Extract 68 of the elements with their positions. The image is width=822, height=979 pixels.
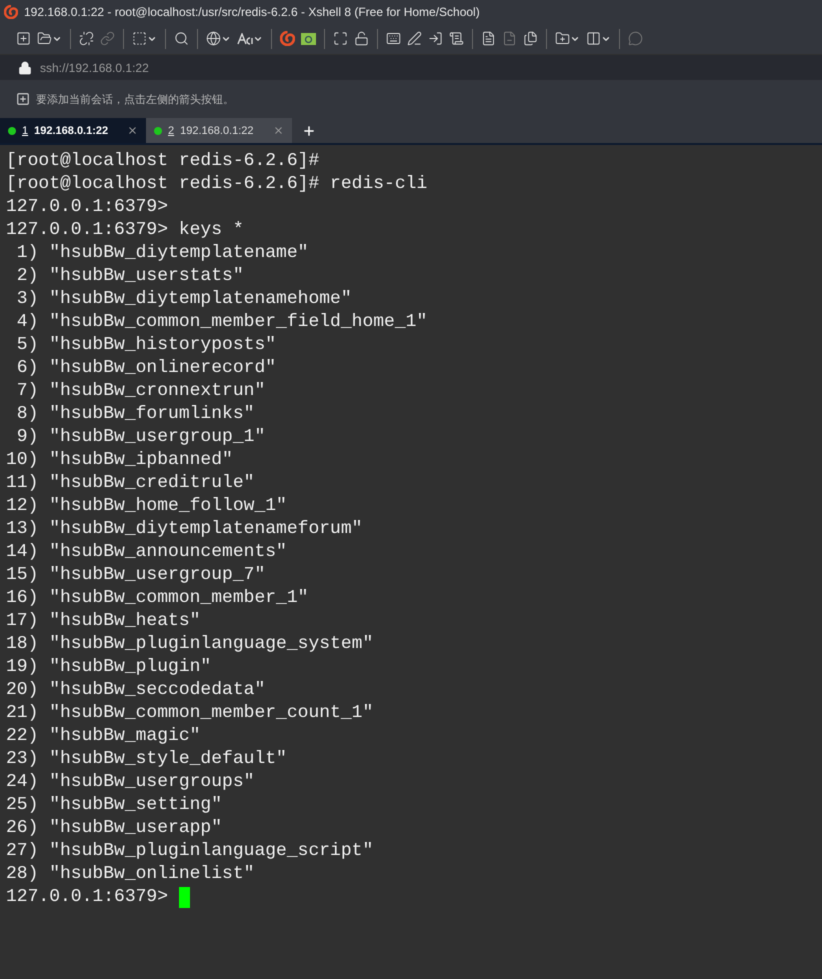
terminal-line: 127.0.0.1:6379> xyxy=(6,886,168,909)
terminal-line: 12) "hsubBw_home_follow_1" xyxy=(6,495,287,518)
terminal-line: 17) "hsubBw_heats" xyxy=(6,610,200,633)
terminal-line: 9) "hsubBw_usergroup_1" xyxy=(16,426,266,449)
address-field[interactable]: ssh://192.168.0.1:22 xyxy=(40,60,149,74)
document-icon[interactable] xyxy=(481,31,496,46)
link-icon[interactable] xyxy=(100,31,115,46)
documents-icon[interactable] xyxy=(523,31,538,46)
lock-icon[interactable] xyxy=(354,31,369,46)
terminal-line: 11) "hsubBw_creditrule" xyxy=(6,472,254,495)
terminal-line: 24) "hsubBw_usergroups" xyxy=(6,771,254,794)
terminal-line: 13) "hsubBw_diytemplatenameforum" xyxy=(6,518,362,541)
script-icon[interactable] xyxy=(449,31,464,46)
folder-icon[interactable] xyxy=(37,31,52,46)
keyboard-icon[interactable] xyxy=(386,31,401,46)
terminal-line: 20) "hsubBw_seccodedata" xyxy=(6,679,266,702)
terminal-line: 3) "hsubBw_diytemplatenamehome" xyxy=(16,288,352,311)
terminal-line: 18) "hsubBw_pluginlanguage_system" xyxy=(6,633,374,656)
terminal-line: 16) "hsubBw_common_member_1" xyxy=(6,587,308,610)
terminal-line: 25) "hsubBw_setting" xyxy=(6,794,222,817)
terminal-line: 19) "hsubBw_plugin" xyxy=(6,656,212,679)
terminal-line: 28) "hsubBw_onlinelist" xyxy=(6,863,254,886)
terminal-line: 22) "hsubBw_magic" xyxy=(6,725,200,748)
login-icon[interactable] xyxy=(428,31,443,46)
chat-icon[interactable] xyxy=(628,31,643,46)
terminal-line: 10) "hsubBw_ipbanned" xyxy=(6,449,233,472)
session-tab[interactable]: 2 192.168.0.1:22 xyxy=(146,118,292,143)
terminal-line: [root@localhost redis-6.2.6]# redis-cli xyxy=(6,173,428,196)
hint-text: 要添加当前会话，点击左侧的箭头按钮。 xyxy=(36,92,234,106)
layout-icon[interactable] xyxy=(586,31,601,46)
tab-number: 2 xyxy=(168,124,174,136)
close-icon[interactable] xyxy=(127,125,138,136)
new-tab-icon[interactable] xyxy=(302,124,316,138)
pen-icon[interactable] xyxy=(407,31,422,46)
font-icon[interactable] xyxy=(237,32,253,44)
terminal-line: 1) "hsubBw_diytemplatename" xyxy=(16,242,308,265)
terminal-line: 27) "hsubBw_pluginlanguage_script" xyxy=(6,840,374,863)
tab-label: 192.168.0.1:22 xyxy=(34,124,110,136)
terminal-line: 127.0.0.1:6379> xyxy=(6,196,168,219)
terminal-line: 15) "hsubBw_usergroup_7" xyxy=(6,564,266,587)
terminal-line: 21) "hsubBw_common_member_count_1" xyxy=(6,702,374,725)
terminal-line: 14) "hsubBw_announcements" xyxy=(6,541,287,564)
tab-label: 192.168.0.1:22 xyxy=(180,124,255,136)
terminal-line: 2) "hsubBw_userstats" xyxy=(16,265,244,288)
terminal-line: 6) "hsubBw_onlinerecord" xyxy=(16,357,276,380)
lock-icon xyxy=(18,60,32,74)
close-icon[interactable] xyxy=(273,125,284,136)
swirl-icon[interactable] xyxy=(280,31,295,46)
terminal-line: 7) "hsubBw_cronnextrun" xyxy=(16,380,266,403)
add-session-icon[interactable] xyxy=(16,92,30,106)
tab-number: 1 xyxy=(22,124,28,136)
terminal-line: [root@localhost redis-6.2.6]# xyxy=(6,150,320,173)
disconnect-icon[interactable] xyxy=(79,31,94,46)
globe-icon[interactable] xyxy=(206,31,221,46)
fullscreen-icon[interactable] xyxy=(333,31,348,46)
terminal-line: 26) "hsubBw_userapp" xyxy=(6,817,222,840)
terminal-line: 4) "hsubBw_common_member_field_home_1" xyxy=(16,311,428,334)
cursor-icon xyxy=(179,887,190,908)
terminal-line: 5) "hsubBw_historyposts" xyxy=(16,334,276,357)
new-session-icon[interactable] xyxy=(16,31,31,46)
logo-icon xyxy=(4,4,18,18)
add-folder-icon[interactable] xyxy=(555,31,570,46)
terminal-line: 8) "hsubBw_forumlinks" xyxy=(16,403,254,426)
search-icon[interactable] xyxy=(174,31,189,46)
terminal-line: 23) "hsubBw_style_default" xyxy=(6,748,287,771)
terminal-line: 127.0.0.1:6379> keys * xyxy=(6,219,244,242)
window-title: 192.168.0.1:22 - root@localhost:/usr/src/redis-6.2.6 - Xshell 8 (Free for Home/School) xyxy=(24,4,480,18)
session-tab[interactable]: 1 192.168.0.1:22 xyxy=(0,118,146,143)
